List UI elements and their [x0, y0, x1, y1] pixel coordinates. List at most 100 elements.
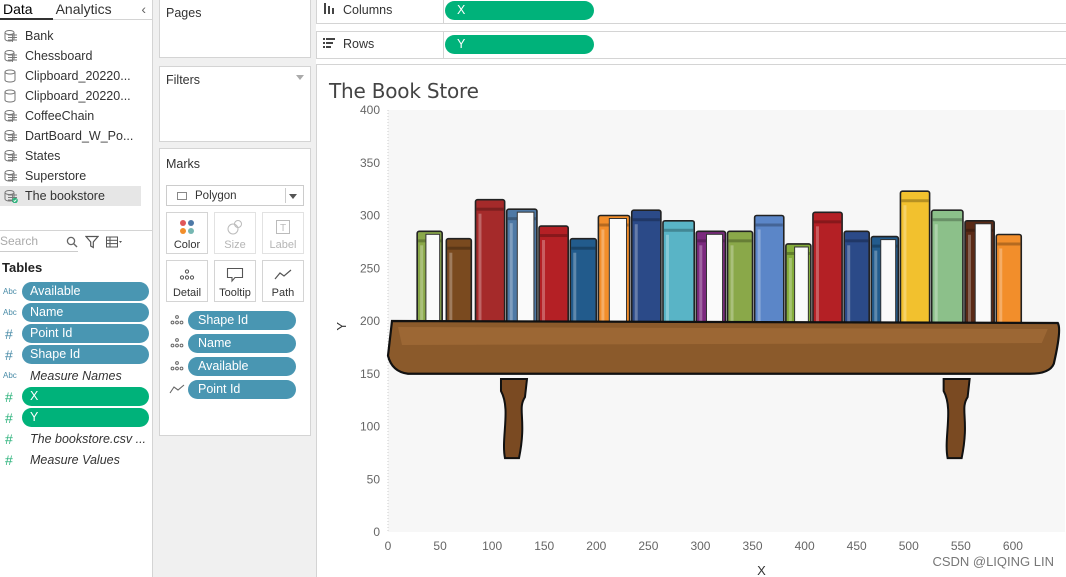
book-band: [755, 223, 783, 227]
field-item[interactable]: # Y: [0, 407, 153, 428]
x-tick-label: 0: [385, 539, 392, 553]
detail-dots-icon[interactable]: [166, 310, 188, 330]
tooltip-icon: [215, 265, 255, 285]
shelf-top-face: [398, 327, 1048, 345]
field-item[interactable]: Abc Available: [0, 281, 153, 302]
path-button[interactable]: Path: [262, 260, 304, 302]
book-band: [845, 239, 869, 243]
datasource-icon: [4, 149, 18, 163]
x-tick-label: 550: [951, 539, 971, 553]
viz-area[interactable]: The Book Store 0 50 100 150 200 250 300 350 400 0…: [316, 64, 1066, 577]
datasource-item[interactable]: DartBoard_W_Po...: [0, 126, 141, 146]
field-label: The bookstore.csv ...: [30, 431, 146, 446]
color-button[interactable]: Color: [166, 212, 208, 254]
field-item[interactable]: # Measure Values: [0, 449, 153, 470]
datasource-icon: [4, 29, 18, 43]
datasource-label: Clipboard_20220...: [25, 89, 131, 103]
book-band: [632, 218, 660, 222]
book-band: [728, 239, 752, 243]
field-item[interactable]: # The bookstore.csv ...: [0, 428, 153, 449]
columns-icon: [323, 3, 337, 17]
mark-pill[interactable]: Shape Id: [166, 310, 306, 330]
marks-card-title: Marks: [166, 157, 201, 171]
datasource-item[interactable]: CoffeeChain: [0, 106, 141, 126]
book-band: [540, 234, 568, 238]
field-label: Y: [22, 408, 149, 427]
filter-icon[interactable]: [84, 234, 100, 250]
path-icon[interactable]: [166, 379, 188, 399]
field-item[interactable]: # Point Id: [0, 323, 153, 344]
mark-button-label: Color: [173, 239, 201, 251]
x-axis-label: X: [757, 563, 766, 577]
datasource-item[interactable]: The bookstore: [0, 186, 141, 206]
columns-shelf-label: Columns: [323, 3, 392, 17]
detail-button[interactable]: Detail: [166, 260, 208, 302]
field-label: Measure Names: [30, 368, 122, 383]
x-tick-label: 400: [795, 539, 815, 553]
y-axis-label: Y: [334, 322, 349, 331]
mark-pill-label: Shape Id: [188, 310, 296, 330]
datasource-item[interactable]: States: [0, 146, 141, 166]
datasource-list: Bank Chessboard Clipboard_20220... Clipboar…: [0, 20, 152, 206]
mark-pill[interactable]: Point Id: [166, 379, 306, 399]
datasource-label: Bank: [25, 29, 54, 43]
field-item[interactable]: Abc Measure Names: [0, 365, 153, 386]
book-highlight: [934, 224, 938, 335]
bookstore-chart[interactable]: 0 50 100 150 200 250 300 350 400 0 50 100 150 200 250 3…: [317, 65, 1066, 577]
filters-card[interactable]: Filters: [159, 66, 311, 142]
mark-pill-label: Available: [188, 356, 296, 376]
collapse-pane-icon[interactable]: ‹: [141, 1, 146, 17]
datasource-item[interactable]: Clipboard_20220...: [0, 66, 141, 86]
tooltip-button[interactable]: Tooltip: [214, 260, 256, 302]
measure-type-icon: #: [5, 388, 13, 405]
columns-shelf[interactable]: Columns X: [316, 0, 1066, 24]
detail-dots-icon[interactable]: [166, 333, 188, 353]
field-item[interactable]: Abc Name: [0, 302, 153, 323]
y-tick-label: 350: [360, 156, 380, 170]
rows-shelf[interactable]: Rows Y: [316, 31, 1066, 59]
x-tick-label: 250: [638, 539, 658, 553]
string-type-icon: Abc: [3, 308, 17, 317]
polygon-icon: [177, 191, 187, 200]
rows-icon: [323, 37, 337, 51]
datasource-item[interactable]: Chessboard: [0, 46, 141, 66]
chevron-down-icon[interactable]: [289, 194, 297, 199]
filters-dropdown-icon[interactable]: [296, 75, 304, 80]
marks-card: Marks Polygon Color Size T Label Detail Toolt…: [159, 148, 311, 436]
datasource-item[interactable]: Superstore: [0, 166, 141, 186]
search-icon[interactable]: [64, 234, 80, 250]
x-tick-label: 100: [482, 539, 502, 553]
shelf-divider: [443, 32, 444, 58]
view-options-icon[interactable]: [106, 234, 122, 250]
y-tick-label: 50: [367, 472, 381, 486]
watermark: CSDN @LIQING LIN: [932, 554, 1054, 569]
measure-type-icon: #: [5, 409, 13, 426]
datasource-item[interactable]: Clipboard_20220...: [0, 86, 141, 106]
rows-pill-y[interactable]: Y: [445, 35, 594, 54]
columns-pill-x[interactable]: X: [445, 1, 594, 20]
book-highlight: [903, 205, 907, 335]
datasource-active-icon: [4, 189, 18, 204]
pages-card[interactable]: Pages: [159, 0, 311, 58]
label-button[interactable]: T Label: [262, 212, 304, 254]
tab-analytics[interactable]: Analytics: [53, 0, 118, 20]
mark-type-select[interactable]: Polygon: [166, 185, 304, 206]
field-item[interactable]: # X: [0, 386, 153, 407]
book-highlight: [847, 245, 851, 335]
mark-pill[interactable]: Available: [166, 356, 306, 376]
y-tick-label: 100: [360, 420, 380, 434]
field-label: Name: [22, 303, 149, 322]
detail-dots-icon[interactable]: [166, 356, 188, 376]
mark-button-label: Tooltip: [219, 287, 251, 299]
datasource-label: Superstore: [25, 169, 87, 183]
datasource-label: CoffeeChain: [25, 109, 95, 123]
x-tick-label: 450: [847, 539, 867, 553]
mark-pill[interactable]: Name: [166, 333, 306, 353]
tab-data[interactable]: Data: [0, 0, 53, 20]
book-highlight: [509, 223, 513, 335]
size-button[interactable]: Size: [214, 212, 256, 254]
datasource-item[interactable]: Bank: [0, 26, 141, 46]
book-band: [901, 199, 929, 203]
field-item[interactable]: # Shape Id: [0, 344, 153, 365]
x-tick-label: 350: [743, 539, 763, 553]
